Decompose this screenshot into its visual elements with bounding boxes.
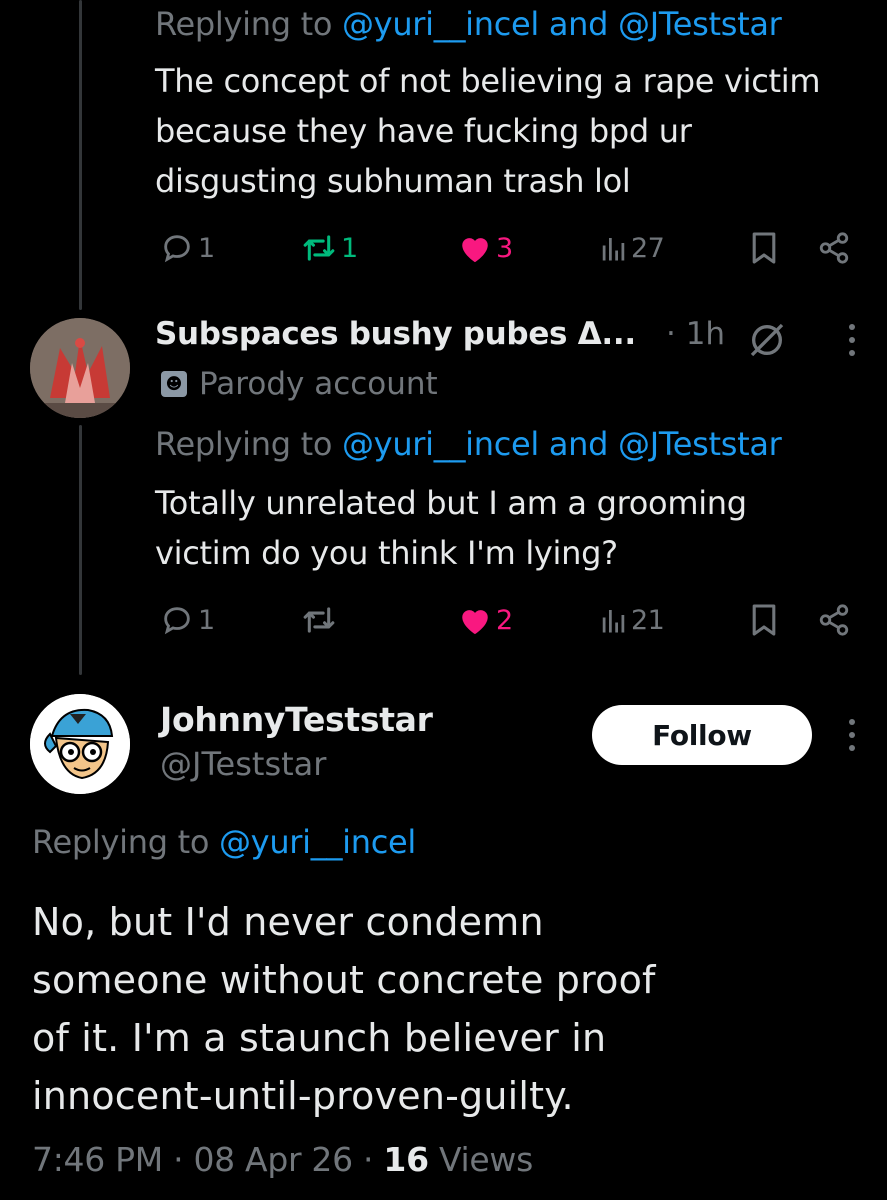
bookmark-button[interactable] — [750, 598, 778, 642]
share-icon — [819, 232, 849, 264]
heart-icon — [462, 610, 488, 635]
like-count: 2 — [496, 604, 513, 636]
reply-button[interactable]: 1 — [160, 598, 215, 642]
tweet-meta: 7:46 PM · 08 Apr 26 · 16 Views — [32, 1140, 533, 1179]
views-count: 21 — [631, 604, 665, 636]
like-button[interactable]: 2 — [458, 598, 513, 642]
share-button[interactable] — [817, 226, 851, 270]
handle[interactable]: @JTeststar — [160, 745, 326, 783]
replying-to-users[interactable]: @yuri__incel and @JTeststar — [342, 5, 782, 43]
views-count: 16 — [383, 1140, 429, 1179]
parody-label: Parody account — [199, 366, 438, 402]
views-icon — [602, 610, 625, 633]
tweet-actions: 1 2 21 — [155, 598, 855, 642]
tweet-text: The concept of not believing a rape vict… — [155, 56, 821, 206]
tweet-text-line: The concept of not believing a rape vict… — [155, 62, 821, 100]
tweet-text-line: innocent-until-proven-guilty. — [32, 1074, 574, 1118]
parody-mask-icon: ☻ — [161, 371, 187, 397]
more-options-icon[interactable] — [848, 324, 856, 356]
post-date[interactable]: 08 Apr 26 — [193, 1140, 353, 1179]
display-name[interactable]: Subspaces bushy pubes Δ... — [155, 316, 636, 352]
follow-button[interactable]: Follow — [592, 705, 812, 765]
tweet-text-line: disgusting subhuman trash lol — [155, 162, 631, 200]
repost-icon — [303, 607, 335, 633]
like-button[interactable]: 3 — [458, 226, 513, 270]
repost-count: 1 — [341, 232, 358, 264]
repost-button[interactable] — [301, 598, 341, 642]
tweet-text-line: someone without concrete proof — [32, 958, 656, 1002]
avatar-image — [30, 318, 130, 418]
replying-to-users[interactable]: @yuri__incel and @JTeststar — [342, 425, 782, 463]
reply-count: 1 — [198, 604, 215, 636]
tweet-text-line: because they have fucking bpd ur — [155, 112, 692, 150]
reply-icon — [164, 607, 190, 635]
replying-to: Replying to @yuri__incel — [32, 823, 416, 861]
repost-icon — [303, 235, 335, 261]
reply-count: 1 — [198, 232, 215, 264]
share-button[interactable] — [817, 598, 851, 642]
views-button[interactable]: 27 — [601, 226, 665, 270]
conversation-thread: Replying to @yuri__incel and @JTeststar … — [0, 0, 887, 1200]
tweet-text-line: victim do you think I'm lying? — [155, 534, 618, 572]
bookmark-button[interactable] — [750, 226, 778, 270]
views-label: Views — [438, 1140, 533, 1179]
tweet-text-line: No, but I'd never condemn — [32, 900, 544, 944]
no-verified-icon — [750, 323, 784, 357]
bookmark-icon — [752, 232, 776, 264]
share-icon — [819, 604, 849, 636]
post-time[interactable]: 7:46 PM — [32, 1140, 163, 1179]
views-count: 27 — [631, 232, 665, 264]
tweet-text: No, but I'd never condemn someone withou… — [32, 893, 852, 1125]
replying-to: Replying to @yuri__incel and @JTeststar — [155, 5, 782, 43]
tweet-text: Totally unrelated but I am a grooming vi… — [155, 478, 747, 578]
like-count: 3 — [496, 232, 513, 264]
heart-icon — [462, 238, 488, 263]
views-icon — [602, 238, 625, 261]
views-button[interactable]: 21 — [601, 598, 665, 642]
thread-line — [79, 0, 82, 310]
more-options-icon[interactable] — [848, 719, 856, 751]
repost-button[interactable]: 1 — [301, 226, 358, 270]
reply-icon — [164, 235, 190, 263]
replying-to-prefix: Replying to — [155, 425, 342, 463]
replying-to-users[interactable]: @yuri__incel — [219, 823, 416, 861]
replying-to-prefix: Replying to — [32, 823, 219, 861]
replying-to-prefix: Replying to — [155, 5, 342, 43]
tweet-text-line: Totally unrelated but I am a grooming — [155, 484, 747, 522]
bookmark-icon — [752, 604, 776, 636]
avatar[interactable] — [30, 694, 130, 794]
parody-badge: ☻ Parody account — [161, 366, 438, 402]
thread-line — [79, 425, 82, 675]
tweet-text-line: of it. I'm a staunch believer in — [32, 1016, 607, 1060]
tweet-actions: 1 1 3 27 — [155, 226, 855, 270]
timestamp[interactable]: · 1h — [666, 316, 725, 352]
avatar[interactable] — [30, 318, 130, 418]
avatar-image — [30, 694, 130, 794]
reply-button[interactable]: 1 — [160, 226, 215, 270]
display-name[interactable]: JohnnyTeststar — [160, 700, 433, 739]
replying-to: Replying to @yuri__incel and @JTeststar — [155, 425, 782, 463]
